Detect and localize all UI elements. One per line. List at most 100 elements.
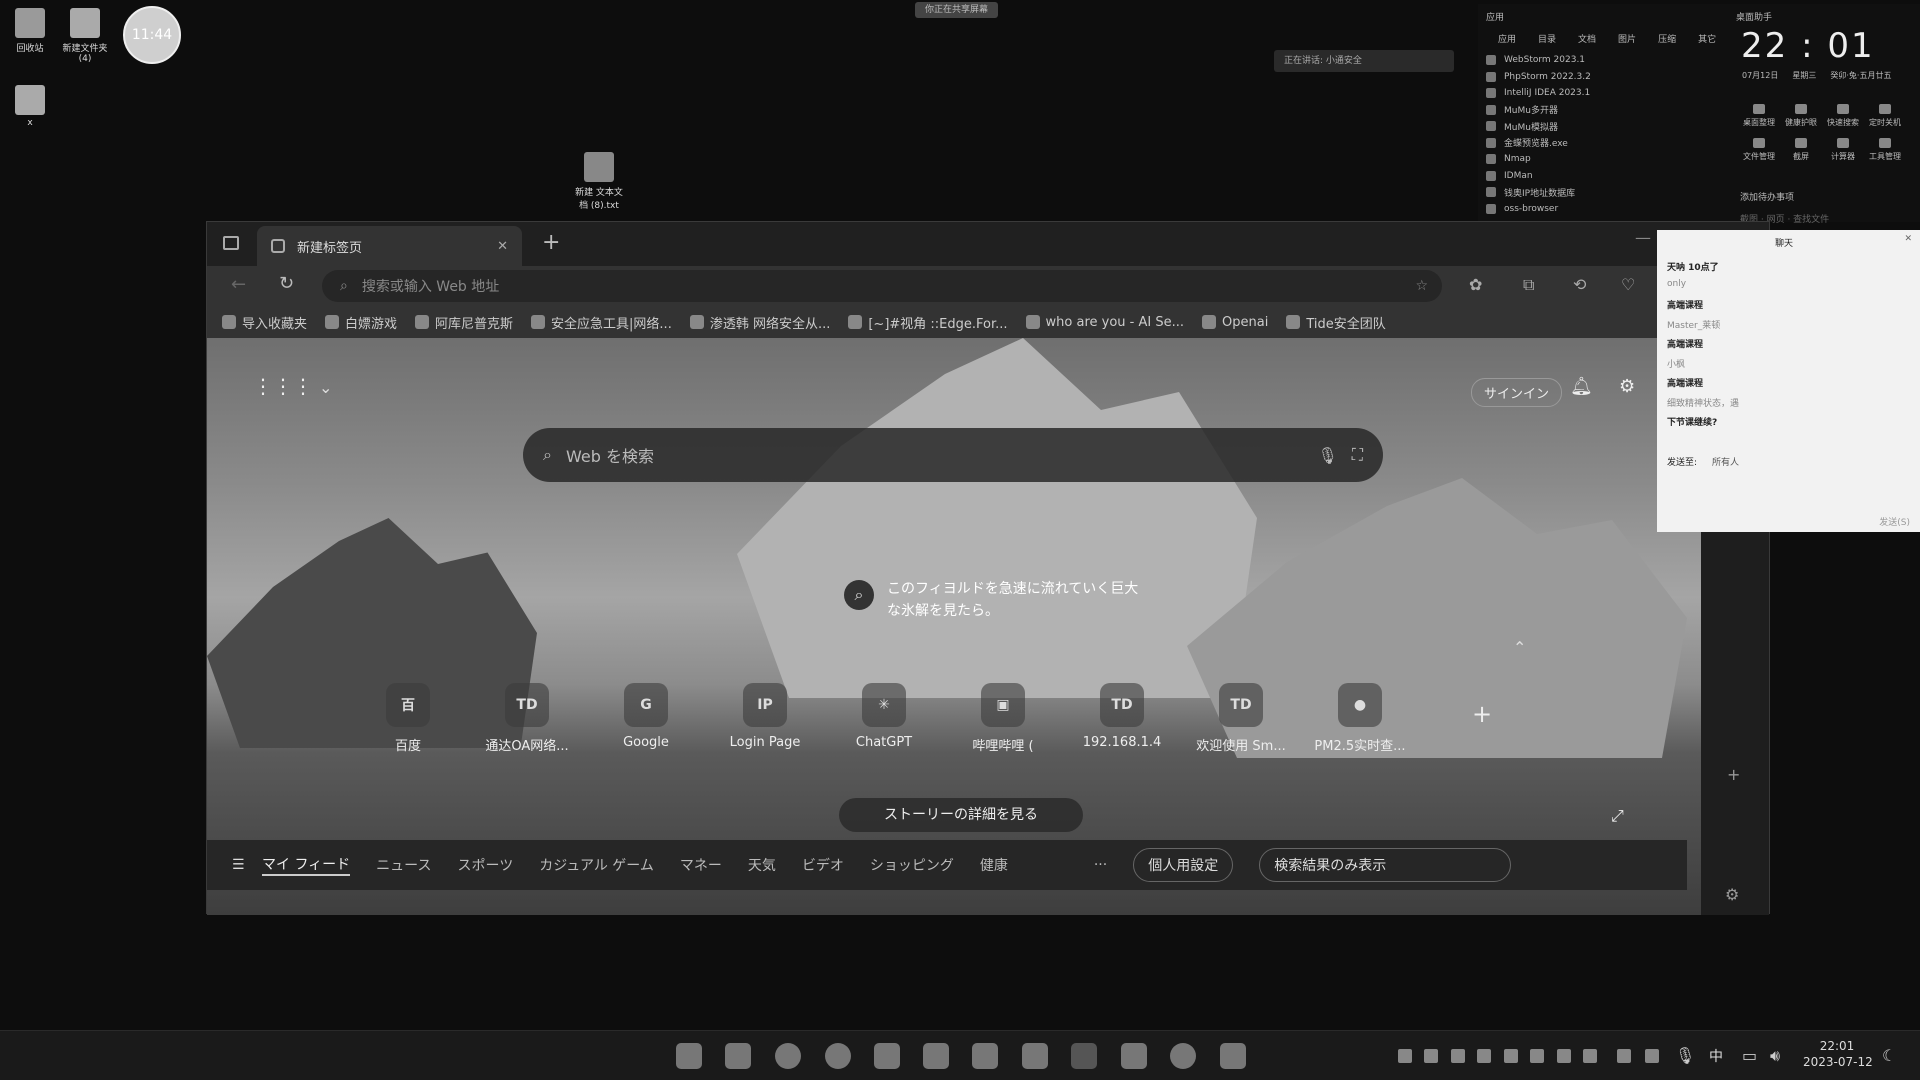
favorite-item[interactable]: Openai [1202, 315, 1268, 330]
tray-icon[interactable] [1583, 1049, 1597, 1063]
taskbar-date[interactable]: 2023-07-12 [1803, 1055, 1873, 1069]
signin-button[interactable]: サインイン [1471, 378, 1563, 407]
web-search-input[interactable]: Web を検索 [566, 443, 654, 467]
desktop-folder-icon[interactable]: 新建文件夹 (4) [55, 8, 115, 64]
desktop-folder-x-icon[interactable]: x [0, 85, 60, 128]
favorite-item[interactable]: 导入收藏夹 [222, 313, 307, 332]
more-button[interactable]: ··· [1094, 857, 1107, 873]
favorite-star-icon[interactable]: ☆ [1415, 278, 1428, 294]
add-shortcut-icon[interactable]: + [1472, 700, 1492, 728]
quick-link-tile[interactable]: IP Login Page [715, 683, 815, 750]
app-list-item[interactable]: IntelliJ IDEA 2023.1 [1486, 85, 1591, 102]
app-icon[interactable] [923, 1043, 949, 1069]
tab-new-tab[interactable]: 新建标签页 ✕ [257, 226, 522, 266]
feed-tab[interactable]: ニュース [376, 855, 431, 875]
widget-tab[interactable]: 压缩 [1658, 32, 1676, 45]
sidebar-add-icon[interactable]: + [1727, 765, 1740, 784]
performance-icon[interactable]: ♡ [1621, 275, 1635, 294]
new-tab-icon[interactable]: + [542, 230, 560, 255]
refresh-icon[interactable]: ↻ [279, 273, 294, 294]
start-icon[interactable] [676, 1043, 702, 1069]
widget-tab[interactable]: 图片 [1618, 32, 1636, 45]
web-search-box[interactable]: ⌕ Web を検索 🎙︎ ⛶ [523, 428, 1383, 482]
quick-link-tile[interactable]: ✳ ChatGPT [834, 683, 934, 750]
recycle-bin-icon[interactable]: 回收站 [0, 8, 60, 54]
tray-icon[interactable] [1504, 1049, 1518, 1063]
feed-tab[interactable]: ショッピング [870, 855, 954, 875]
sidebar-settings-icon[interactable]: ⚙ [1725, 885, 1739, 904]
app-icon[interactable] [1022, 1043, 1048, 1069]
quick-link-tile[interactable]: TD 通达OA网络... [477, 683, 577, 754]
app-list-item[interactable]: MuMu模拟器 [1486, 118, 1591, 135]
tray-icon[interactable] [1451, 1049, 1465, 1063]
chrome-icon[interactable] [825, 1043, 851, 1069]
settings-gear-icon[interactable]: ⚙ [1619, 376, 1635, 397]
close-icon[interactable]: ✕ [1904, 234, 1912, 244]
apps-grid-icon[interactable]: ⋮⋮⋮ [253, 374, 313, 398]
add-todo-button[interactable]: 添加待办事项 [1740, 190, 1794, 203]
widget-tool[interactable]: 文件管理 [1738, 138, 1780, 162]
feed-tab[interactable]: 健康 [980, 855, 1008, 875]
webstorm-icon[interactable] [1220, 1043, 1246, 1069]
quick-link-tile[interactable]: ▣ 哔哩哔哩 ( [953, 683, 1053, 754]
tray-icon[interactable] [1645, 1049, 1659, 1063]
favorite-item[interactable]: 渗透韩 网络安全从... [689, 313, 830, 332]
app-icon[interactable] [1170, 1043, 1196, 1069]
tray-icon[interactable] [1557, 1049, 1571, 1063]
widget-tool[interactable]: 健康护眼 [1780, 104, 1822, 128]
widget-tab[interactable]: 文档 [1578, 32, 1596, 45]
app-icon[interactable] [874, 1043, 900, 1069]
app-list-item[interactable]: IDMan [1486, 168, 1591, 185]
personalize-button[interactable]: 個人用設定 [1133, 848, 1234, 882]
story-details-button[interactable]: ストーリーの詳細を見る [839, 798, 1083, 832]
app-icon[interactable] [1121, 1043, 1147, 1069]
app-list-item[interactable]: PhpStorm 2022.3.2 [1486, 69, 1591, 86]
back-icon[interactable]: ← [231, 274, 246, 295]
menu-icon[interactable]: ☰ [232, 857, 245, 873]
volume-icon[interactable]: 🔊︎ [1770, 1046, 1780, 1066]
favorite-item[interactable]: 阿库尼普克斯 [415, 313, 513, 332]
app-list-item[interactable]: 钱奥IP地址数据库 [1486, 184, 1591, 201]
address-bar[interactable]: ⌕ 搜索或输入 Web 地址 ☆ [322, 270, 1442, 302]
image-info-icon[interactable]: ⌕ [844, 580, 874, 610]
notification-icon[interactable]: ☾ [1882, 1046, 1896, 1065]
app-list-item[interactable]: 金蝶预览器.exe [1486, 135, 1591, 152]
visual-search-icon[interactable]: ⛶ [1352, 445, 1363, 465]
feed-tab[interactable]: スポーツ [457, 855, 513, 875]
tray-icon[interactable] [1477, 1049, 1491, 1063]
favorite-item[interactable]: Tide安全团队 [1286, 313, 1386, 332]
widget-tool[interactable]: 定时关机 [1864, 104, 1906, 128]
app-list-item[interactable]: Nmap [1486, 151, 1591, 168]
minimize-icon[interactable]: — [1635, 228, 1651, 247]
widget-tab[interactable]: 目录 [1538, 32, 1556, 45]
image-caption[interactable]: このフィヨルドを急速に流れていく巨大 な氷解を見たら。 [887, 578, 1138, 622]
widget-tab[interactable]: 应用 [1498, 32, 1516, 45]
tab-actions-icon[interactable] [223, 236, 239, 250]
tray-icon[interactable] [1398, 1049, 1412, 1063]
edge-icon[interactable] [775, 1043, 801, 1069]
widget-tool[interactable]: 计算器 [1822, 138, 1864, 162]
extensions-icon[interactable]: ✿ [1469, 275, 1482, 294]
quick-link-tile[interactable]: TD 192.168.1.4 [1072, 683, 1172, 750]
tray-icon[interactable] [1617, 1049, 1631, 1063]
notification-bell-icon[interactable]: 🔔︎ [1570, 376, 1593, 397]
favorite-item[interactable]: 安全应急工具|网络... [531, 313, 672, 332]
feed-tab[interactable]: ビデオ [802, 855, 844, 875]
screen-share-indicator[interactable]: 你正在共享屏幕 [915, 2, 999, 18]
quick-link-tile[interactable]: TD 欢迎使用 Sm... [1191, 683, 1291, 754]
quick-link-tile[interactable]: ● PM2.5实时查... [1310, 683, 1410, 754]
desktop-textfile-icon[interactable]: 新建 文本文 档 (8).txt [569, 152, 629, 211]
history-icon[interactable]: ⟲ [1573, 275, 1586, 294]
collapse-chevron-icon[interactable]: ⌃ [1513, 638, 1526, 657]
widget-tool[interactable]: 工具管理 [1864, 138, 1906, 162]
chevron-down-icon[interactable]: ⌄ [319, 378, 332, 397]
app-list-item[interactable]: WebStorm 2023.1 [1486, 52, 1591, 69]
network-icon[interactable]: ▭ [1742, 1046, 1757, 1065]
collections-icon[interactable]: ⧉ [1523, 275, 1534, 295]
microphone-icon[interactable]: 🎙︎ [1317, 446, 1337, 465]
tray-icon[interactable] [1424, 1049, 1438, 1063]
widget-tool[interactable]: 桌面整理 [1738, 104, 1780, 128]
taskbar-time[interactable]: 22:01 [1807, 1039, 1867, 1053]
app-icon[interactable] [972, 1043, 998, 1069]
feed-tab[interactable]: 天気 [748, 855, 776, 875]
